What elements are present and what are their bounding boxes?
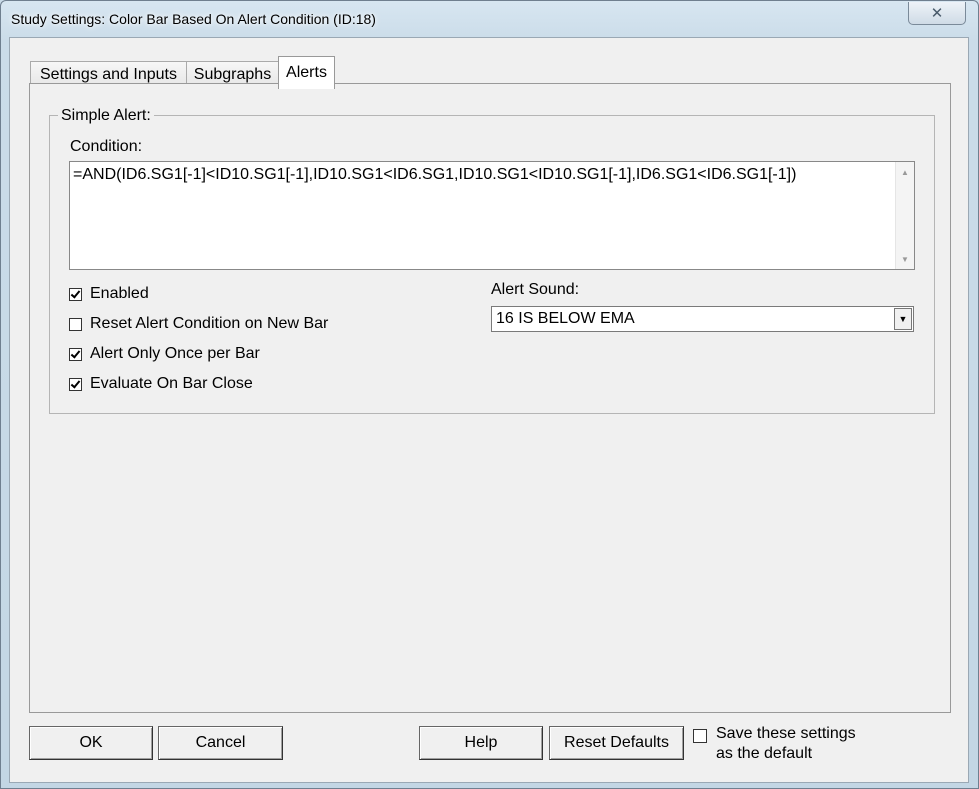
simple-alert-group: Simple Alert: Condition: =AND(ID6.SG1[-1…	[49, 107, 935, 414]
enabled-label: Enabled	[90, 285, 149, 302]
evaluate-bar-close-label: Evaluate On Bar Close	[90, 375, 253, 392]
condition-textarea[interactable]: =AND(ID6.SG1[-1]<ID10.SG1[-1],ID10.SG1<I…	[69, 161, 915, 270]
study-settings-window: Study Settings: Color Bar Based On Alert…	[0, 0, 979, 789]
condition-label: Condition:	[70, 138, 143, 155]
window-title: Study Settings: Color Bar Based On Alert…	[11, 11, 376, 27]
tab-alerts[interactable]: Alerts	[278, 56, 335, 89]
save-default-label: Save these settings as the default	[716, 724, 856, 764]
save-default-label-line1: Save these settings	[716, 725, 856, 742]
alert-sound-label: Alert Sound:	[491, 281, 580, 298]
cancel-button[interactable]: Cancel	[158, 726, 283, 760]
reset-alert-checkbox[interactable]	[69, 317, 82, 331]
save-default-label-line2: as the default	[716, 745, 813, 762]
save-default-checkbox[interactable]	[693, 729, 707, 743]
ok-button[interactable]: OK	[29, 726, 153, 760]
alert-sound-value: 16 IS BELOW EMA	[496, 310, 635, 327]
chevron-down-icon[interactable]: ▼	[894, 308, 912, 330]
alert-once-label: Alert Only Once per Bar	[90, 345, 260, 362]
alert-sound-select[interactable]: 16 IS BELOW EMA ▼	[491, 306, 914, 332]
tab-label: Alerts	[286, 64, 327, 81]
dialog-client-area: Settings and Inputs Subgraphs Alerts Sim…	[9, 37, 969, 783]
reset-alert-label: Reset Alert Condition on New Bar	[90, 315, 329, 332]
close-button[interactable]: ✕	[908, 2, 966, 25]
reset-defaults-button[interactable]: Reset Defaults	[549, 726, 684, 760]
condition-text: =AND(ID6.SG1[-1]<ID10.SG1[-1],ID10.SG1<I…	[73, 166, 797, 183]
alert-once-checkbox[interactable]	[69, 347, 82, 361]
close-icon: ✕	[930, 5, 944, 22]
scroll-up-icon[interactable]: ▲	[896, 164, 914, 180]
evaluate-bar-close-checkbox-row[interactable]: Evaluate On Bar Close	[69, 375, 253, 393]
tab-label: Subgraphs	[193, 65, 272, 83]
evaluate-bar-close-checkbox[interactable]	[69, 377, 82, 391]
title-bar[interactable]: Study Settings: Color Bar Based On Alert…	[1, 1, 978, 37]
condition-scrollbar[interactable]: ▲ ▼	[895, 162, 914, 269]
help-button[interactable]: Help	[419, 726, 543, 760]
scroll-down-icon[interactable]: ▼	[896, 251, 914, 267]
enabled-checkbox[interactable]	[69, 287, 82, 301]
save-default-checkbox-row[interactable]: Save these settings as the default	[693, 724, 856, 764]
reset-alert-checkbox-row[interactable]: Reset Alert Condition on New Bar	[69, 315, 328, 333]
tab-label: Settings and Inputs	[40, 65, 177, 83]
alert-once-checkbox-row[interactable]: Alert Only Once per Bar	[69, 345, 260, 363]
ok-label: OK	[79, 734, 103, 751]
enabled-checkbox-row[interactable]: Enabled	[69, 285, 149, 303]
reset-defaults-label: Reset Defaults	[564, 734, 669, 751]
simple-alert-group-label: Simple Alert:	[58, 107, 154, 125]
help-label: Help	[464, 734, 498, 751]
alerts-tab-panel: Simple Alert: Condition: =AND(ID6.SG1[-1…	[29, 83, 951, 713]
cancel-label: Cancel	[195, 734, 246, 751]
